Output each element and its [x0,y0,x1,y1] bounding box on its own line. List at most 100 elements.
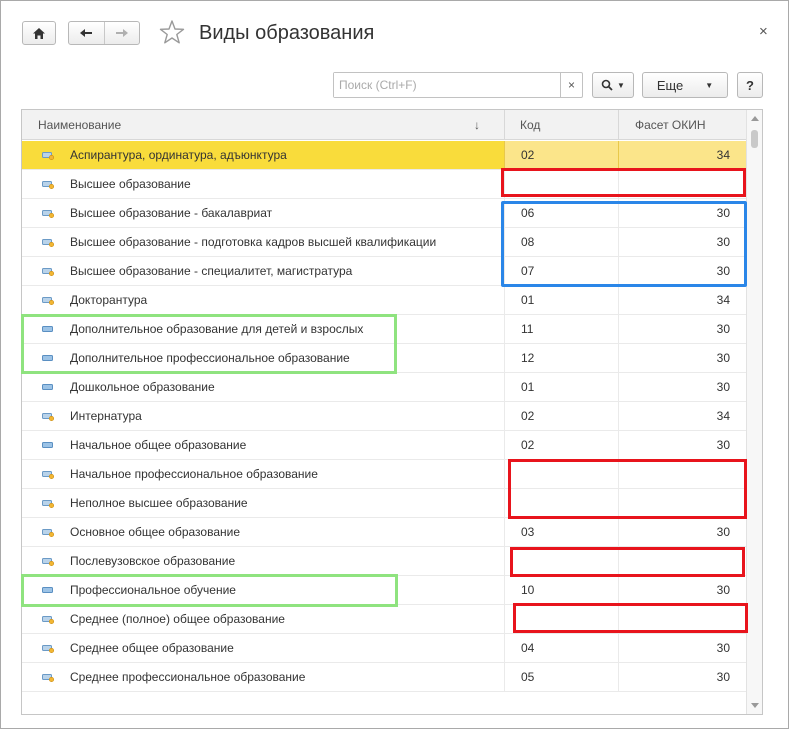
table-row[interactable]: Высшее образование - бакалавриат 06 30 [22,199,746,228]
cell-name: Докторантура [70,293,148,307]
item-icon-yellow [42,500,55,509]
cell-facet: 34 [618,141,746,169]
cell-code: 02 [504,141,618,169]
cell-code [504,605,618,633]
search-field[interactable]: × [333,72,583,98]
forward-button[interactable] [103,22,140,44]
magnifier-icon [601,79,613,91]
navigation-buttons [68,21,140,45]
search-options-button[interactable]: ▼ [592,72,634,98]
cell-name: Высшее образование [70,177,191,191]
cell-facet: 34 [618,286,746,314]
chevron-down-icon: ▼ [617,80,625,90]
back-button[interactable] [69,22,104,44]
table-row[interactable]: Дополнительное профессиональное образова… [22,344,746,373]
cell-name: Высшее образование - бакалавриат [70,206,273,220]
cell-name: Дошкольное образование [70,380,215,394]
cell-code [504,547,618,575]
table-row[interactable]: Аспирантура, ординатура, адъюнктура 02 34 [22,141,746,170]
cell-code: 07 [504,257,618,285]
cell-facet: 30 [618,518,746,546]
item-icon-yellow [42,239,55,248]
cell-name: Неполное высшее образование [70,496,248,510]
cell-code [504,170,618,198]
cell-code: 10 [504,576,618,604]
item-icon-yellow [42,413,55,422]
help-button[interactable]: ? [737,72,763,98]
table-row[interactable]: Высшее образование - специалитет, магист… [22,257,746,286]
table-row[interactable]: Профессиональное обучение 10 30 [22,576,746,605]
cell-code: 01 [504,286,618,314]
item-icon-blue [42,355,53,362]
column-header-code[interactable]: Код [504,110,618,140]
item-icon-blue [42,326,53,333]
cell-name: Начальное общее образование [70,438,247,452]
cell-name: Дополнительное образование для детей и в… [70,322,364,336]
item-icon-yellow [42,529,55,538]
cell-name: Высшее образование - подготовка кадров в… [70,235,437,249]
cell-facet: 30 [618,431,746,459]
cell-facet: 30 [618,315,746,343]
cell-facet: 34 [618,402,746,430]
table-row[interactable]: Высшее образование - подготовка кадров в… [22,228,746,257]
cell-name: Среднее общее образование [70,641,234,655]
cell-code: 01 [504,373,618,401]
form-window: Виды образования × × ▼ Еще ▼ ? Наименова… [0,0,789,729]
table-body: Аспирантура, ординатура, адъюнктура 02 34 В… [22,141,746,692]
chevron-down-icon: ▼ [705,80,714,90]
table-row[interactable]: Интернатура 02 34 [22,402,746,431]
item-icon-yellow [42,471,55,480]
item-icon-yellow [42,616,55,625]
table-row[interactable]: Начальное общее образование 02 30 [22,431,746,460]
item-icon-yellow [42,297,55,306]
scroll-down-icon[interactable] [751,703,759,708]
item-icon-yellow [42,674,55,683]
more-button-label: Еще [656,77,684,93]
item-icon-yellow [42,268,55,277]
item-icon-yellow [42,558,55,567]
clear-search-icon[interactable]: × [560,73,582,97]
cell-code: 12 [504,344,618,372]
table-row[interactable]: Послевузовское образование [22,547,746,576]
scroll-up-icon[interactable] [751,116,759,121]
cell-code: 04 [504,634,618,662]
favorite-star-icon[interactable] [159,19,185,45]
search-input[interactable] [334,73,560,97]
cell-facet [618,489,746,517]
arrow-right-icon [115,29,128,37]
cell-facet: 30 [618,257,746,285]
table-row[interactable]: Дошкольное образование 01 30 [22,373,746,402]
table-row[interactable]: Докторантура 01 34 [22,286,746,315]
table-row[interactable]: Высшее образование [22,170,746,199]
item-icon-blue [42,587,53,594]
cell-facet [618,460,746,488]
home-icon [33,27,45,39]
cell-name: Послевузовское образование [70,554,236,568]
column-header-name[interactable]: Наименование [38,110,488,140]
table-row[interactable]: Дополнительное образование для детей и в… [22,315,746,344]
cell-facet: 30 [618,663,746,691]
item-icon-blue [42,384,53,391]
more-button[interactable]: Еще ▼ [642,72,728,98]
table-row[interactable]: Среднее профессиональное образование 05 30 [22,663,746,692]
close-icon[interactable]: × [759,23,768,40]
sort-descending-icon[interactable]: ↓ [474,110,480,140]
column-header-facet[interactable]: Фасет ОКИН [618,110,746,140]
table-row[interactable]: Среднее общее образование 04 30 [22,634,746,663]
cell-name: Среднее профессиональное образование [70,670,306,684]
cell-facet [618,547,746,575]
table-row[interactable]: Среднее (полное) общее образование [22,605,746,634]
cell-code: 03 [504,518,618,546]
cell-name: Дополнительное профессиональное образова… [70,351,350,365]
cell-facet: 30 [618,634,746,662]
table-row[interactable]: Начальное профессиональное образование [22,460,746,489]
cell-name: Среднее (полное) общее образование [70,612,285,626]
cell-code: 11 [504,315,618,343]
scroll-thumb[interactable] [751,130,758,148]
vertical-scrollbar[interactable] [746,110,762,714]
home-button[interactable] [22,21,56,45]
table-header: Наименование ↓ Код Фасет ОКИН [22,110,746,140]
table-row[interactable]: Неполное высшее образование [22,489,746,518]
item-icon-yellow [42,152,55,161]
table-row[interactable]: Основное общее образование 03 30 [22,518,746,547]
